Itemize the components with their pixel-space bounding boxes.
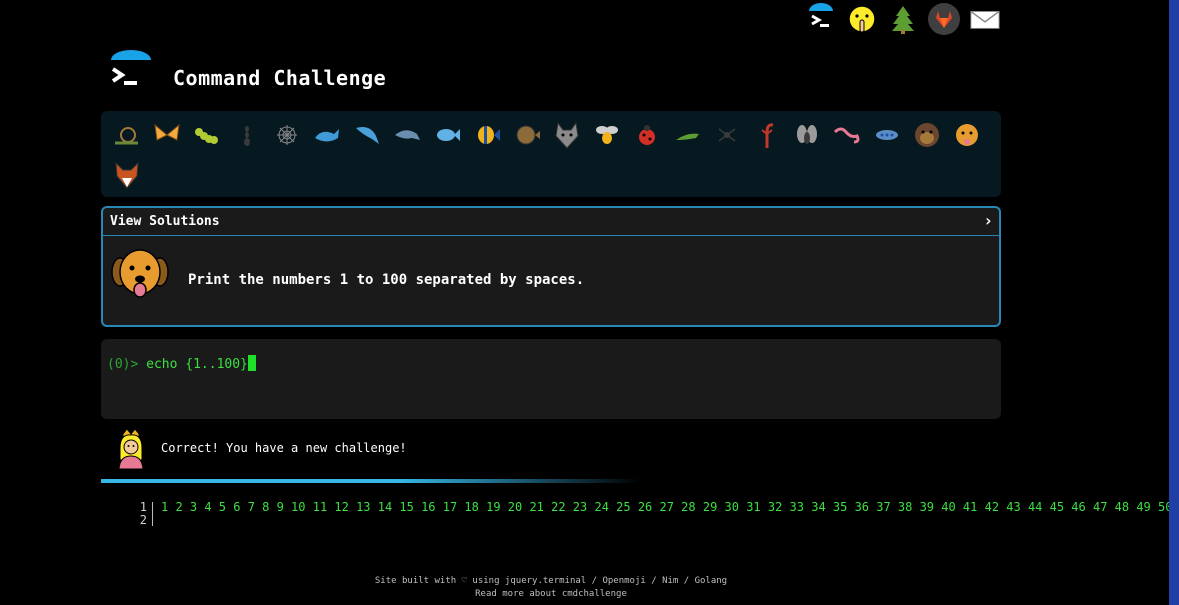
scorpion-icon[interactable] [747,115,787,155]
result-message: Correct! You have a new challenge! [161,441,407,455]
spider-web-icon[interactable] [267,115,307,155]
command-output: 1 2 1 2 3 4 5 6 7 8 9 10 11 12 13 14 15 … [101,500,1169,530]
challenge-emoji-bar [101,111,1001,197]
terminal[interactable]: (0)> echo {1..100} [101,339,1001,419]
progress-bar [101,479,641,483]
top-nav [805,3,1001,35]
page-scrollbar[interactable] [1169,0,1179,605]
terminal-prompt-line[interactable]: (0)> echo {1..100} [107,355,256,372]
caterpillar-icon[interactable] [187,115,227,155]
gitlab-icon[interactable] [928,3,960,35]
shushing-face-icon[interactable] [846,3,878,35]
princess-icon [112,428,150,470]
dog-face-icon [111,246,169,302]
ladybug-icon[interactable] [627,115,667,155]
wolf-icon[interactable] [547,115,587,155]
dolphin-icon[interactable] [387,115,427,155]
cricket-icon[interactable] [667,115,707,155]
footer-about-link[interactable]: Read more about cmdchallenge [0,589,1102,599]
challenge-panel: View Solutions › Print the numbers 1 to … [101,206,1001,327]
worm-icon[interactable] [827,115,867,155]
chevron-right-icon[interactable]: › [983,211,993,230]
terminal-cursor [247,355,256,371]
view-solutions-label: View Solutions [110,214,220,229]
spider-icon[interactable] [707,115,747,155]
dolphin-icon[interactable] [347,115,387,155]
site-logo-icon[interactable] [108,50,154,94]
tree-icon[interactable] [887,3,919,35]
fly-icon[interactable] [787,115,827,155]
gorilla-icon[interactable] [907,115,947,155]
terminal-link-icon[interactable] [805,3,837,35]
view-solutions-toggle[interactable]: View Solutions › [103,208,999,236]
gutter-divider [152,502,153,526]
footer-credits: Site built with ♡ using jquery.terminal … [374,576,728,586]
page-title: Command Challenge [173,66,387,90]
ant-icon[interactable] [227,115,267,155]
snail-icon[interactable] [107,115,147,155]
terminal-command[interactable]: echo {1..100} [146,357,248,372]
mail-icon[interactable] [969,3,1001,35]
butterfly-icon[interactable] [147,115,187,155]
tropical-fish-icon[interactable] [467,115,507,155]
prompt-prefix: (0)> [107,357,139,372]
challenge-description: Print the numbers 1 to 100 separated by … [188,272,585,288]
blowfish-icon[interactable] [507,115,547,155]
fish-icon[interactable] [427,115,467,155]
dog-face-icon[interactable] [947,115,987,155]
whale-icon[interactable] [307,115,347,155]
bee-icon[interactable] [587,115,627,155]
line-number: 1 [139,500,147,514]
line-number: 2 [139,513,147,527]
output-text: 1 2 3 4 5 6 7 8 9 10 11 12 13 14 15 16 1… [161,500,1169,514]
fox-icon[interactable] [107,155,147,195]
microbe-icon[interactable] [867,115,907,155]
